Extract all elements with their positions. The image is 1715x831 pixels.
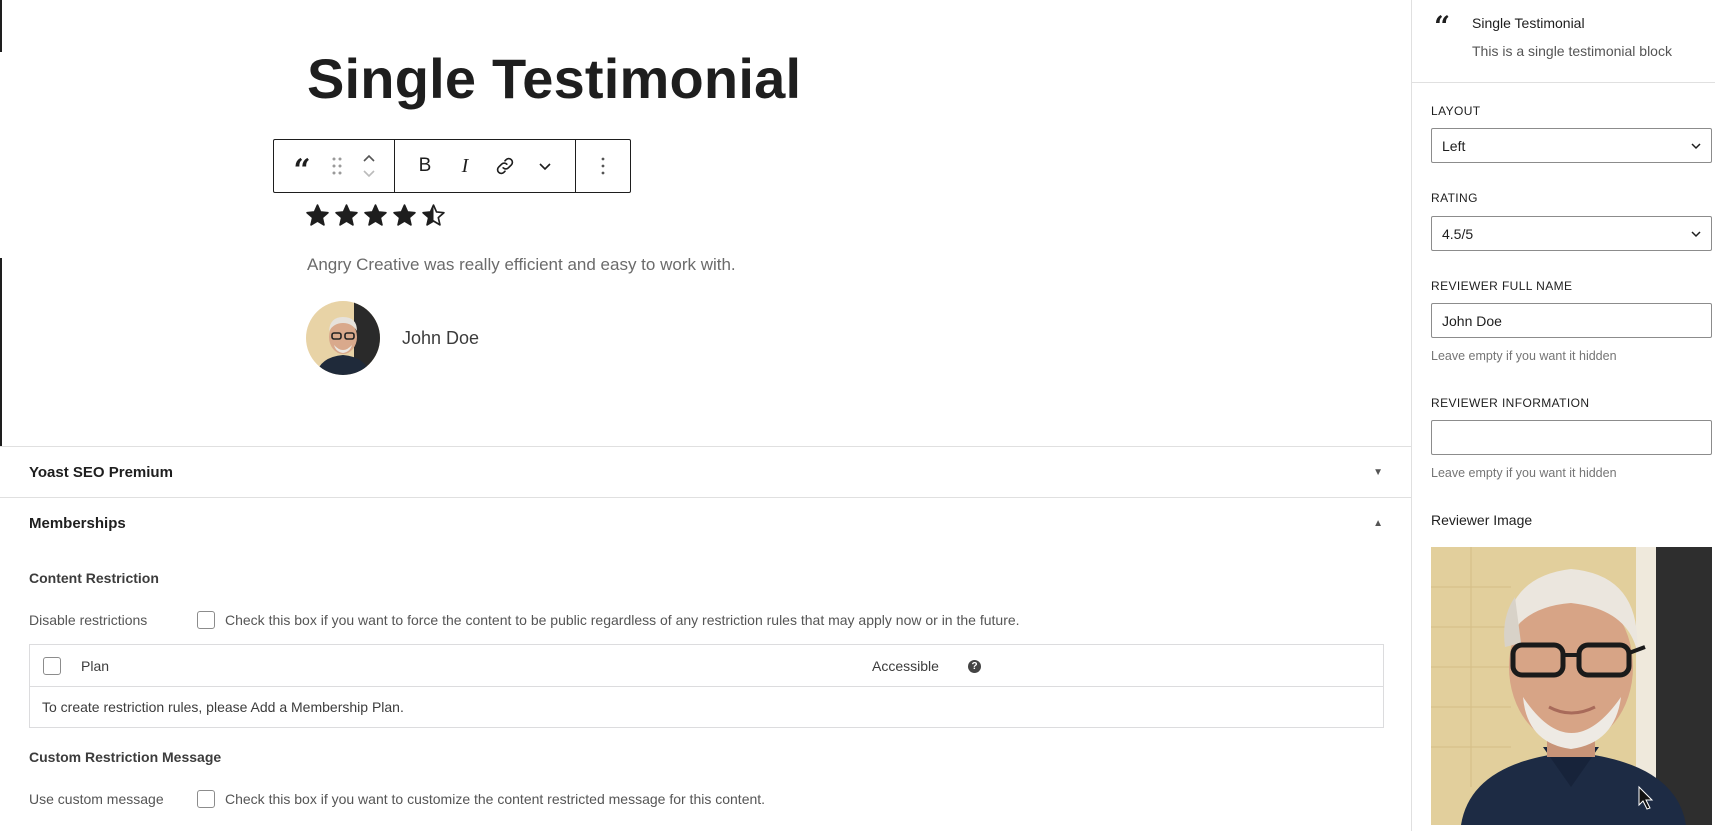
yoast-metabox: Yoast SEO Premium ▼ <box>0 446 1411 497</box>
quote-icon[interactable]: “ <box>282 140 322 192</box>
reviewer-information-help: Leave empty if you want it hidden <box>1431 466 1617 480</box>
chevron-down-icon[interactable] <box>525 140 565 192</box>
reviewer-avatar <box>306 301 380 375</box>
plan-column-header: Plan <box>81 658 110 674</box>
bold-button[interactable]: B <box>405 140 445 192</box>
rating-select-value: 4.5/5 <box>1442 225 1474 242</box>
more-vertical-icon[interactable] <box>583 140 623 192</box>
accessible-column-header: Accessible <box>872 658 939 674</box>
block-card-title: Single Testimonial <box>1472 15 1585 31</box>
reviewer-full-name-input[interactable]: John Doe <box>1431 303 1712 338</box>
layout-select[interactable]: Left <box>1431 128 1712 163</box>
table-header: Plan Accessible ? <box>30 645 1383 687</box>
memberships-metabox-toggle[interactable]: Memberships ▲ <box>0 498 1411 548</box>
quote-icon: “ <box>1434 10 1451 43</box>
table-row: To create restriction rules, please Add … <box>30 687 1383 727</box>
link-icon[interactable] <box>485 140 525 192</box>
star-half-icon <box>422 204 445 226</box>
empty-rules-text: To create restriction rules, please <box>42 699 251 715</box>
empty-rules-suffix: . <box>399 699 404 715</box>
use-custom-message-label: Use custom message <box>29 791 164 807</box>
reviewer-full-name-help: Leave empty if you want it hidden <box>1431 349 1617 363</box>
testimonial-text[interactable]: Angry Creative was really efficient and … <box>307 255 736 275</box>
reviewer-image-preview[interactable] <box>1431 547 1712 825</box>
use-custom-message-description: Check this box if you want to customize … <box>225 791 766 807</box>
add-membership-plan-link[interactable]: Add a Membership Plan <box>251 699 400 715</box>
chevron-down-icon <box>1691 231 1701 238</box>
star-rating <box>305 203 446 228</box>
rating-select[interactable]: 4.5/5 <box>1431 216 1712 251</box>
reviewer-information-input[interactable] <box>1431 420 1712 455</box>
drag-handle-icon[interactable] <box>322 140 352 192</box>
canvas-edge-marker <box>0 0 2 52</box>
reviewer-full-name-label: Reviewer Full Name <box>1431 279 1573 293</box>
disable-restrictions-checkbox[interactable] <box>197 611 215 629</box>
block-card: “ Single Testimonial This is a single te… <box>1412 0 1715 83</box>
star-filled-icon <box>393 204 416 226</box>
block-card-description: This is a single testimonial block <box>1472 43 1672 59</box>
empty-rules-message: To create restriction rules, please Add … <box>42 699 404 715</box>
star-filled-icon <box>335 204 358 226</box>
use-custom-message-checkbox[interactable] <box>197 790 215 808</box>
move-up-down-icon[interactable] <box>352 140 386 192</box>
restriction-rules-table: Plan Accessible ? To create restriction … <box>29 644 1384 728</box>
yoast-metabox-title: Yoast SEO Premium <box>29 463 173 481</box>
block-toolbar: “ B I <box>273 139 631 193</box>
disable-restrictions-description: Check this box if you want to force the … <box>225 612 1020 628</box>
memberships-metabox-title: Memberships <box>29 514 126 532</box>
caret-down-icon[interactable]: ▼ <box>1373 467 1383 478</box>
reviewer-name[interactable]: John Doe <box>402 328 479 349</box>
star-filled-icon <box>306 204 329 226</box>
block-settings-sidebar: “ Single Testimonial This is a single te… <box>1411 0 1715 831</box>
star-filled-icon <box>364 204 387 226</box>
content-restriction-title: Content Restriction <box>29 570 159 586</box>
chevron-down-icon <box>1691 143 1701 150</box>
reviewer-image-label: Reviewer Image <box>1431 512 1533 528</box>
layout-label: Layout <box>1431 104 1481 118</box>
custom-restriction-message-title: Custom Restriction Message <box>29 749 222 765</box>
select-all-plans-checkbox[interactable] <box>43 657 61 675</box>
editor-canvas: Single Testimonial “ B I Angry Creative … <box>0 0 1411 831</box>
canvas-edge-marker <box>0 258 2 446</box>
help-icon[interactable]: ? <box>968 660 981 673</box>
disable-restrictions-label: Disable restrictions <box>29 612 148 628</box>
rating-label: Rating <box>1431 191 1478 205</box>
layout-select-value: Left <box>1442 137 1466 154</box>
caret-up-icon[interactable]: ▲ <box>1373 518 1383 529</box>
reviewer-information-label: Reviewer Information <box>1431 396 1590 410</box>
block-title[interactable]: Single Testimonial <box>307 46 801 111</box>
italic-button[interactable]: I <box>445 140 485 192</box>
reviewer-full-name-value: John Doe <box>1442 312 1502 329</box>
yoast-metabox-toggle[interactable]: Yoast SEO Premium ▼ <box>0 447 1411 497</box>
